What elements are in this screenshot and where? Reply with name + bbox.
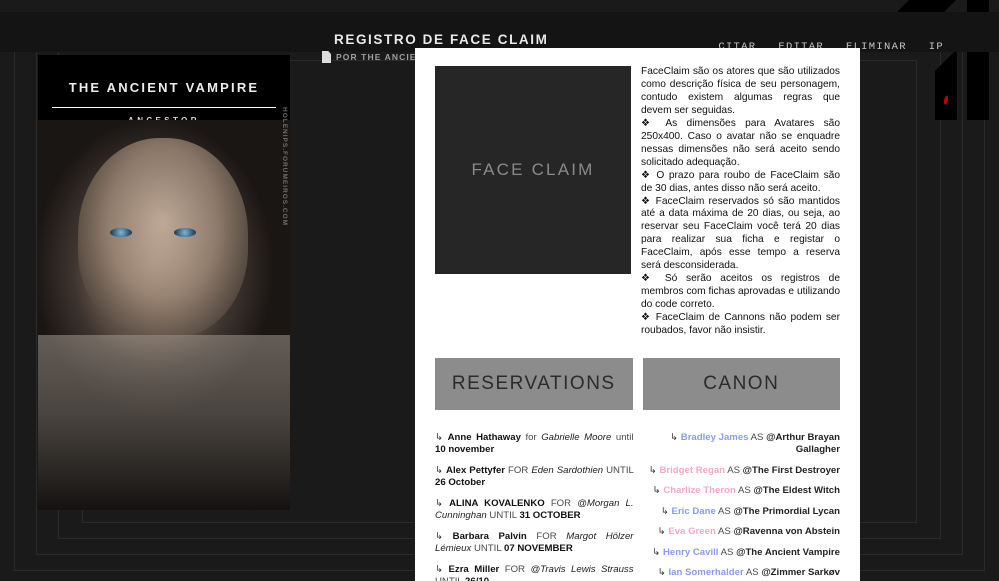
entry-arrow-icon: ↳ — [652, 485, 661, 497]
rule-paragraph: ❖ FaceClaim de Cannons não podem ser rou… — [641, 312, 840, 337]
rule-paragraph: ❖ O prazo para roubo de FaceClaim são de… — [641, 169, 840, 194]
entry-faceclaim-name[interactable]: Eva Green — [668, 526, 715, 537]
entry-keyword: AS — [717, 526, 731, 538]
rule-paragraph: FaceClaim são os atores que são utilizad… — [641, 66, 840, 116]
entry-character-name: @The Eldest Witch — [753, 485, 840, 497]
entry-arrow-icon: ↳ — [435, 497, 444, 509]
entry-date: 26/10 — [465, 576, 489, 581]
entry-keyword: FOR — [536, 530, 557, 542]
entry-arrow-icon: ↳ — [657, 526, 666, 538]
entry-keyword: FOR — [504, 563, 525, 575]
entry-faceclaim-name[interactable]: Eric Dane — [672, 506, 716, 517]
entry-keyword: until — [615, 432, 634, 444]
entry-faceclaim-name: ALINA KOVALENKO — [449, 497, 545, 509]
entry-keyword: AS — [717, 505, 731, 517]
entry-keyword: AS — [750, 432, 764, 444]
entry-keyword: UNTIL — [435, 576, 462, 581]
entry-faceclaim-name: Barbara Palvin — [452, 530, 527, 542]
canon-entry: ↳ Ian Somerhalder AS @Zimmer Sarkøv Hüff… — [642, 567, 840, 581]
entry-date: 31 OCTOBER — [519, 510, 581, 522]
avatar-eye-right — [174, 228, 196, 237]
entry-character-name: Gabrielle Moore — [541, 432, 612, 444]
profile-panel: THE ANCIENT VAMPIRE ANCESTOR HOLENIPS.FO… — [38, 55, 290, 510]
entry-date: 26 October — [435, 477, 486, 489]
canon-entry: ↳ Eric Dane AS @The Primordial Lycan — [642, 505, 840, 518]
entry-character-name: @Arthur Brayan Gallagher — [766, 432, 840, 456]
avatar — [38, 120, 290, 510]
post-header-bar: REGISTRO DE FACE CLAIM CITAR EDITAR ELIM… — [0, 12, 999, 63]
entry-character-name: @Zimmer Sarkøv Hüffmest — [761, 567, 840, 581]
canon-button[interactable]: CANON — [642, 358, 840, 411]
rule-paragraph: ❖ Só serão aceitos os registros de membr… — [641, 273, 840, 311]
entry-arrow-icon: ↳ — [435, 530, 444, 542]
entry-arrow-icon: ↳ — [435, 464, 444, 476]
profile-character-name: THE ANCIENT VAMPIRE — [68, 80, 260, 95]
post-content-card: FACE CLAIM FaceClaim são os atores que s… — [415, 48, 860, 581]
reservations-list: ↳ Anne Hathaway for Gabrielle Moore unti… — [435, 432, 634, 581]
entry-character-name: @Ravenna von Abstein — [733, 526, 840, 538]
profile-divider — [52, 107, 276, 108]
canon-entry: ↳ Henry Cavill AS @The Ancient Vampire — [642, 546, 840, 559]
nav-item-ip[interactable]: IP — [929, 41, 944, 53]
canon-entry: ↳ Eva Green AS @Ravenna von Abstein — [642, 526, 840, 538]
entry-faceclaim-name: Ezra Miller — [448, 563, 500, 575]
entry-character-name: @Travis Lewis Strauss — [530, 563, 634, 575]
entry-faceclaim-name: Alex Pettyfer — [446, 464, 506, 476]
rules-text-block: FaceClaim são os atores que são utilizad… — [641, 66, 840, 338]
entry-keyword: FOR — [550, 497, 572, 509]
entry-arrow-icon: ↳ — [435, 432, 444, 444]
face-claim-image-placeholder: FACE CLAIM — [435, 66, 631, 274]
entry-keyword: UNTIL — [606, 464, 634, 476]
entry-keyword: FOR — [508, 464, 529, 476]
claims-lists: ↳ Anne Hathaway for Gabrielle Moore unti… — [435, 432, 840, 581]
entry-keyword: UNTIL — [473, 543, 502, 555]
entry-keyword: for — [525, 432, 537, 444]
entry-faceclaim-name[interactable]: Bradley James — [681, 432, 749, 443]
reservation-entry: ↳ Ezra Miller FOR @Travis Lewis Strauss … — [435, 564, 634, 581]
entry-faceclaim-name[interactable]: Ian Somerhalder — [669, 567, 744, 578]
section-buttons: RESERVATIONS CANON — [435, 358, 840, 411]
entry-faceclaim-name[interactable]: Bridget Regan — [659, 465, 725, 476]
entry-keyword: AS — [737, 485, 751, 497]
entry-arrow-icon: ↳ — [652, 546, 661, 558]
avatar-eye-left — [110, 228, 132, 237]
entry-arrow-icon: ↳ — [435, 563, 444, 575]
entry-keyword: AS — [745, 567, 759, 579]
canon-list: ↳ Bradley James AS @Arthur Brayan Gallag… — [642, 432, 840, 581]
page-title: REGISTRO DE FACE CLAIM — [334, 32, 549, 47]
entry-date: 10 november — [435, 444, 495, 456]
entry-arrow-icon: ↳ — [648, 464, 657, 476]
canon-entry: ↳ Bridget Regan AS @The First Destroyer — [642, 464, 840, 477]
entry-date: 07 NOVEMBER — [503, 543, 573, 555]
faceclaim-intro-row: FACE CLAIM FaceClaim são os atores que s… — [435, 66, 840, 338]
entry-arrow-icon: ↳ — [670, 432, 679, 444]
rule-paragraph: ❖ FaceClaim reservados só são mantidos a… — [641, 195, 840, 272]
entry-faceclaim-name[interactable]: Charlize Theron — [663, 485, 736, 496]
reservation-entry: ↳ ALINA KOVALENKO FOR @Morgan L. Cunning… — [435, 498, 634, 523]
reservation-entry: ↳ Alex Pettyfer FOR Eden Sardothien UNTI… — [435, 465, 634, 490]
rule-paragraph: ❖ As dimensões para Avatares são 250x400… — [641, 117, 840, 168]
canon-entry: ↳ Charlize Theron AS @The Eldest Witch — [642, 485, 840, 497]
entry-keyword: AS — [720, 546, 734, 558]
entry-arrow-icon: ↳ — [660, 505, 669, 517]
entry-character-name: @The Ancient Vampire — [736, 546, 840, 558]
entry-character-name: @The Primordial Lycan — [733, 505, 840, 517]
entry-faceclaim-name: Anne Hathaway — [447, 432, 521, 444]
canon-entry: ↳ Bradley James AS @Arthur Brayan Gallag… — [642, 432, 840, 457]
entry-character-name: Eden Sardothien — [531, 464, 604, 476]
face-claim-placeholder-label: FACE CLAIM — [471, 160, 595, 179]
entry-character-name: @The First Destroyer — [742, 464, 840, 476]
document-icon — [322, 51, 331, 63]
entry-arrow-icon: ↳ — [657, 567, 666, 579]
watermark-text: HOLENIPS.FORUMEIROS.COM — [281, 107, 288, 227]
entry-keyword: AS — [727, 464, 740, 476]
entry-faceclaim-name[interactable]: Henry Cavill — [663, 547, 718, 558]
reservation-entry: ↳ Barbara Palvin FOR Margot Hölzer Lémie… — [435, 531, 634, 556]
entry-keyword: UNTIL — [489, 510, 517, 522]
reservations-button[interactable]: RESERVATIONS — [435, 358, 633, 411]
reservation-entry: ↳ Anne Hathaway for Gabrielle Moore unti… — [435, 432, 634, 457]
